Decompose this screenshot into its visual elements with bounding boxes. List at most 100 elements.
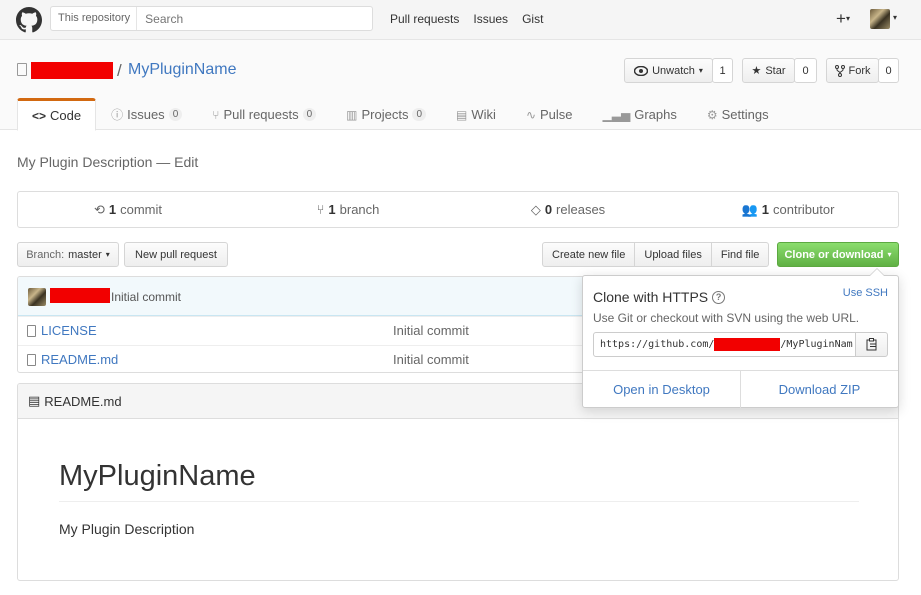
people-icon: 👥 xyxy=(741,201,758,217)
branch-name: master xyxy=(68,248,102,261)
avatar[interactable] xyxy=(28,288,46,306)
graph-icon: ▁▃▅ xyxy=(602,107,631,122)
file-link[interactable]: LICENSE xyxy=(27,323,97,338)
clone-title-text: Clone with HTTPS xyxy=(593,289,709,305)
nav-issues[interactable]: Issues xyxy=(473,12,508,26)
readme-heading: MyPluginName xyxy=(59,460,859,502)
plus-icon[interactable]: +▾ xyxy=(836,9,850,29)
chevron-down-icon[interactable]: ▾ xyxy=(893,13,897,22)
file-link[interactable]: README.md xyxy=(27,352,118,367)
unwatch-label: Unwatch xyxy=(652,64,695,77)
nav-gist[interactable]: Gist xyxy=(522,12,543,26)
commits-label: commit xyxy=(120,202,163,217)
watch-count[interactable]: 1 xyxy=(712,58,733,83)
tab-label: Projects xyxy=(361,107,409,122)
fork-icon xyxy=(834,64,845,77)
repo-icon xyxy=(17,63,27,76)
code-icon: <> xyxy=(32,108,47,123)
branch-select-button[interactable]: Branch: master ▾ xyxy=(17,242,119,267)
tab-code[interactable]: <> Code xyxy=(17,98,97,131)
use-ssh-link[interactable]: Use SSH xyxy=(843,287,888,299)
branches-summary[interactable]: ⑂ 1 branch xyxy=(238,192,458,227)
tab-projects[interactable]: ▥ Projects 0 xyxy=(331,98,441,131)
file-commit-message[interactable]: Initial commit xyxy=(393,352,469,367)
edit-description-link[interactable]: Edit xyxy=(174,154,198,170)
owner-name-redacted[interactable] xyxy=(31,62,113,79)
download-zip-button[interactable]: Download ZIP xyxy=(741,371,898,408)
star-label: Star xyxy=(765,64,786,77)
star-icon: ★ xyxy=(751,65,762,77)
contributors-summary[interactable]: 👥 1 contributor xyxy=(678,192,898,227)
unwatch-button[interactable]: Unwatch ▾ xyxy=(624,58,713,83)
tab-pulse[interactable]: ∿ Pulse xyxy=(511,98,588,131)
issues-count: 0 xyxy=(168,108,183,121)
find-file-button[interactable]: Find file xyxy=(710,242,770,267)
branch-prefix: Branch: xyxy=(26,248,65,261)
chevron-down-icon: ▾ xyxy=(105,250,110,259)
avatar[interactable] xyxy=(870,9,890,29)
star-count[interactable]: 0 xyxy=(794,58,817,83)
releases-summary[interactable]: ◇ 0 releases xyxy=(458,192,678,227)
readme-filename: README.md xyxy=(44,393,122,409)
author-name-redacted[interactable] xyxy=(50,288,110,303)
search-scope-label: This repository xyxy=(51,7,138,30)
branch-icon: ⑂ xyxy=(316,202,325,217)
nav-pull-requests[interactable]: Pull requests xyxy=(390,12,459,26)
fork-label: Fork xyxy=(848,64,871,77)
tab-graphs[interactable]: ▁▃▅ Graphs xyxy=(588,98,692,131)
tab-wiki[interactable]: ▤ Wiki xyxy=(441,98,511,131)
repo-description: My Plugin Description — Edit xyxy=(17,154,198,170)
tab-pull-requests[interactable]: ⑂ Pull requests 0 xyxy=(197,98,331,131)
search-box: This repository xyxy=(50,6,373,31)
url-suffix: /MyPluginNam xyxy=(780,339,853,350)
chevron-down-icon: ▾ xyxy=(887,250,892,259)
repo-name[interactable]: MyPluginName xyxy=(128,61,236,79)
gear-icon: ⚙ xyxy=(706,107,718,122)
commit-message[interactable]: Initial commit xyxy=(111,290,181,304)
path-separator: / xyxy=(117,61,122,80)
tab-label: Wiki xyxy=(471,107,496,122)
create-new-file-button[interactable]: Create new file xyxy=(542,242,636,267)
clone-title: Clone with HTTPS ? xyxy=(593,289,726,305)
contributors-count: 1 xyxy=(761,202,769,217)
book-icon: ▤ xyxy=(456,107,468,122)
clone-actions: Open in Desktop Download ZIP xyxy=(583,370,898,408)
new-pull-request-button[interactable]: New pull request xyxy=(124,242,228,267)
fork-button[interactable]: Fork xyxy=(826,58,879,83)
description-text: My Plugin Description xyxy=(17,154,153,170)
description-dash: — xyxy=(156,154,171,170)
commits-summary[interactable]: ⟲ 1 commit xyxy=(18,192,238,227)
branches-count: 1 xyxy=(328,202,336,217)
clone-subtitle: Use Git or checkout with SVN using the w… xyxy=(593,311,860,325)
project-icon: ▥ xyxy=(346,107,358,122)
file-icon xyxy=(27,324,36,337)
tag-icon: ◇ xyxy=(530,201,541,217)
upload-files-button[interactable]: Upload files xyxy=(634,242,712,267)
clone-or-download-button[interactable]: Clone or download ▾ xyxy=(777,242,899,267)
tab-issues[interactable]: ⓘ Issues 0 xyxy=(96,98,197,131)
tab-label: Code xyxy=(50,108,82,123)
file-actions-group: Create new file Upload files Find file xyxy=(542,242,770,267)
copy-url-button[interactable] xyxy=(855,332,888,357)
github-logo-icon[interactable] xyxy=(16,7,42,33)
question-icon[interactable]: ? xyxy=(712,290,726,304)
tab-label: Graphs xyxy=(634,107,677,122)
readme-panel: ▤ README.md MyPluginName My Plugin Descr… xyxy=(17,383,899,581)
clone-url-field[interactable]: https://github.com/ /MyPluginNam xyxy=(593,332,857,357)
url-prefix: https://github.com/ xyxy=(600,339,715,350)
projects-count: 0 xyxy=(412,108,427,121)
search-input[interactable] xyxy=(137,7,372,30)
fork-count[interactable]: 0 xyxy=(878,58,899,83)
pull-request-icon: ⑂ xyxy=(212,107,220,122)
eye-icon xyxy=(634,65,649,76)
tab-settings[interactable]: ⚙ Settings xyxy=(692,98,784,131)
branches-label: branch xyxy=(339,202,380,217)
open-in-desktop-button[interactable]: Open in Desktop xyxy=(583,371,741,408)
file-commit-message[interactable]: Initial commit xyxy=(393,323,469,338)
releases-count: 0 xyxy=(544,202,553,217)
pull-requests-count: 0 xyxy=(302,108,317,121)
url-owner-redacted xyxy=(714,338,781,351)
tab-label: Pull requests xyxy=(223,107,299,122)
star-button[interactable]: ★ Star xyxy=(742,58,795,83)
tab-label: Settings xyxy=(721,107,769,122)
